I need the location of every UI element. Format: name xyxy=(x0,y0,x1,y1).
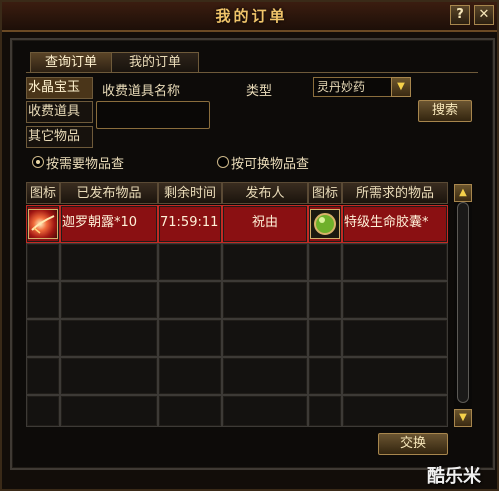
radio-by-needed-item[interactable] xyxy=(32,156,44,168)
empty-table-cell[interactable] xyxy=(222,243,308,281)
empty-table-cell[interactable] xyxy=(158,395,222,427)
type-label: 类型 xyxy=(246,84,273,99)
empty-table-cell[interactable] xyxy=(158,319,222,357)
type-select[interactable]: 灵丹妙药 xyxy=(313,77,392,97)
empty-table-cell[interactable] xyxy=(308,319,342,357)
empty-table-cell[interactable] xyxy=(60,319,158,357)
column-header-time-left: 剩余时间 xyxy=(158,182,222,204)
empty-table-cell[interactable] xyxy=(222,395,308,427)
empty-table-cell[interactable] xyxy=(222,357,308,395)
radio-by-needed-item-label: 按需要物品查 xyxy=(46,157,125,172)
search-button[interactable]: 搜索 xyxy=(418,100,472,122)
empty-table-cell[interactable] xyxy=(222,281,308,319)
empty-table-cell[interactable] xyxy=(26,243,60,281)
empty-table-cell[interactable] xyxy=(308,357,342,395)
empty-table-cell[interactable] xyxy=(308,281,342,319)
empty-table-cell[interactable] xyxy=(158,243,222,281)
window-title: 我的订单 xyxy=(215,7,288,25)
empty-table-cell[interactable] xyxy=(26,281,60,319)
empty-table-cell[interactable] xyxy=(60,395,158,427)
empty-table-cell[interactable] xyxy=(158,281,222,319)
empty-table-cell[interactable] xyxy=(342,357,448,395)
chevron-down-icon[interactable]: ▼ xyxy=(391,77,411,97)
empty-table-cell[interactable] xyxy=(26,319,60,357)
empty-table-cell[interactable] xyxy=(158,357,222,395)
radio-by-exchange-item[interactable] xyxy=(217,156,229,168)
category-crystal-jade[interactable]: 水晶宝玉 xyxy=(26,77,93,99)
empty-table-cell[interactable] xyxy=(60,243,158,281)
empty-table-cell[interactable] xyxy=(60,281,158,319)
empty-table-cell[interactable] xyxy=(308,243,342,281)
empty-table-cell[interactable] xyxy=(342,243,448,281)
column-header-icon: 图标 xyxy=(26,182,60,204)
red-feather-item-icon[interactable] xyxy=(28,209,58,239)
empty-table-cell[interactable] xyxy=(222,319,308,357)
category-paid-items[interactable]: 收费道具 xyxy=(26,101,93,123)
order-window: 我的订单 ? ✕ 查询订单 我的订单 水晶宝玉 收费道具 其它物品 收费道具名称… xyxy=(0,0,499,491)
empty-table-cell[interactable] xyxy=(26,357,60,395)
tab-query-orders[interactable]: 查询订单 xyxy=(30,52,112,73)
column-header-posted-item: 已发布物品 xyxy=(60,182,158,204)
category-other-items[interactable]: 其它物品 xyxy=(26,126,93,148)
empty-table-cell[interactable] xyxy=(342,395,448,427)
empty-table-cell[interactable] xyxy=(308,395,342,427)
scroll-up-icon[interactable]: ▲ xyxy=(454,184,472,202)
help-button[interactable]: ? xyxy=(450,5,470,25)
close-button[interactable]: ✕ xyxy=(474,5,494,25)
column-header-publisher: 发布人 xyxy=(222,182,308,204)
row-posted-item[interactable]: 迦罗朝露*10 xyxy=(60,207,158,241)
row-time-left[interactable]: 71:59:11 xyxy=(158,207,222,241)
empty-table-cell[interactable] xyxy=(342,319,448,357)
radio-by-exchange-item-label: 按可换物品查 xyxy=(231,157,310,172)
column-header-required-item: 所需求的物品 xyxy=(342,182,448,204)
watermark-logo: 酷乐米 xyxy=(427,466,481,487)
empty-table-cell[interactable] xyxy=(26,395,60,427)
scroll-down-icon[interactable]: ▼ xyxy=(454,409,472,427)
item-name-label: 收费道具名称 xyxy=(102,84,181,99)
column-header-req-icon: 图标 xyxy=(308,182,342,204)
tab-divider xyxy=(26,72,478,73)
tab-my-orders[interactable]: 我的订单 xyxy=(111,52,199,73)
exchange-button[interactable]: 交换 xyxy=(378,433,448,455)
row-publisher[interactable]: 祝由 xyxy=(222,207,308,241)
scrollbar-thumb[interactable] xyxy=(457,202,469,403)
row-required-item[interactable]: 特级生命胶囊* xyxy=(342,207,448,241)
green-orb-item-icon[interactable] xyxy=(310,209,340,239)
title-bar[interactable]: 我的订单 ? ✕ xyxy=(2,2,497,32)
item-name-input[interactable] xyxy=(96,101,210,129)
empty-table-cell[interactable] xyxy=(342,281,448,319)
empty-table-cell[interactable] xyxy=(60,357,158,395)
